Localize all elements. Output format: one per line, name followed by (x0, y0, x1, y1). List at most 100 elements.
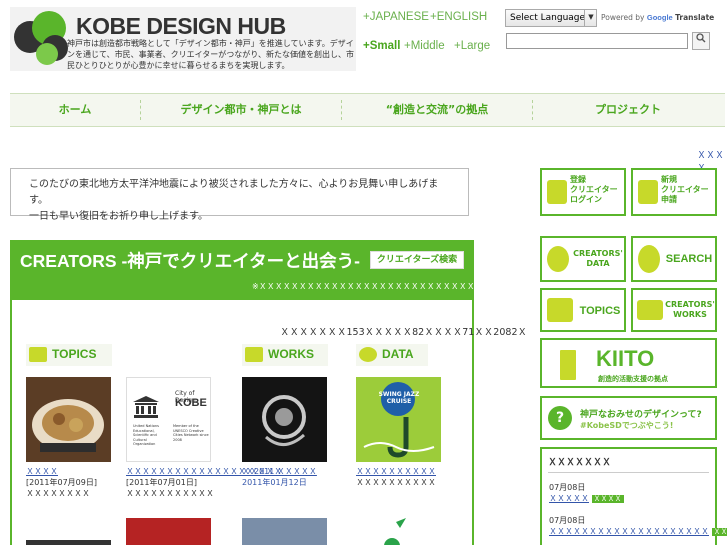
news-title-link[interactable]: ＸＸＸＸＸ (549, 494, 589, 503)
nav-item-about[interactable]: デザイン都市・神戸とは (141, 94, 341, 126)
topics-heading-label: TOPICS (52, 347, 97, 361)
topic-thumbnail-2[interactable]: City of Design KOBE United Nations Educa… (126, 377, 211, 462)
creator-apply-button[interactable]: 新規 クリエイター 申請 (631, 168, 717, 216)
topics-heading[interactable]: TOPICS (26, 344, 112, 366)
search-icon (696, 33, 706, 43)
kobesd-banner[interactable]: ? 神戸なおみせのデザインって? #KobeSDでつぶやこう! (540, 396, 717, 440)
kiito-banner[interactable]: KIITO 創造的活動支援の拠点 (540, 338, 717, 388)
earthquake-notice: このたびの東北地方太平洋沖地震により被災されました方々に、心よりお見舞い申しあげ… (10, 168, 469, 222)
search-button[interactable] (692, 32, 710, 50)
sidebar-topics-button[interactable]: TOPICS (540, 288, 626, 332)
topic-title-link[interactable]: ＸＸＸＸ (26, 466, 97, 477)
folder-icon (637, 300, 663, 320)
folder-icon (245, 347, 263, 362)
global-nav: ホーム デザイン都市・神戸とは “創造と交流”の拠点 プロジェクト (10, 93, 725, 127)
font-size-large-link[interactable]: +Large (454, 40, 490, 52)
data-heading[interactable]: DATA (356, 344, 428, 366)
nav-item-hub[interactable]: “創造と交流”の拠点 (342, 94, 532, 126)
data-caption-1: ＸＸＸＸＸＸＸＸＸＸ ＸＸＸＸＸＸＸＸＸＸ (356, 466, 436, 488)
creators-data-button[interactable]: CREATORS' DATA (540, 236, 626, 282)
logo-circle-green-small (36, 43, 58, 65)
question-icon: ? (548, 406, 572, 430)
chevron-down-icon: ▼ (584, 9, 597, 27)
creators-title: CREATORS -神戸でクリエイターと出会う- (20, 251, 360, 271)
creator-apply-label: 新規 クリエイター 申請 (661, 175, 709, 204)
creators-search-button[interactable]: クリエイターズ検索 (370, 251, 464, 269)
creators-header: CREATORS -神戸でクリエイターと出会う- クリエイターズ検索 ※ＸＸＸＸ… (12, 242, 547, 300)
notice-line-1: このたびの東北地方太平洋沖地震により被災されました方々に、心よりお見舞い申しあげ… (29, 179, 439, 206)
unesco-member-label: Member of the UNESCO Creative Cities Net… (173, 424, 209, 442)
data-extra: ＸＸＸＸＸＸＸＸＸＸ (356, 478, 436, 487)
works-title-link[interactable]: ＸＸＸＸＸ (242, 466, 307, 477)
works-heading-label: WORKS (268, 347, 314, 361)
google-logo-text: Google (646, 13, 673, 22)
topic-thumbnail-4[interactable] (126, 518, 211, 545)
kobesd-line-2: #KobeSDでつぶやこう! (580, 421, 674, 430)
food-photo-image (26, 377, 111, 462)
topic-caption-1: ＸＸＸＸ [2011年07月09日] ＸＸＸＸＸＸＸＸ (26, 466, 97, 499)
news-date: 07月08日 (549, 516, 586, 525)
latest-news-box: ＸＸＸＸＸＸＸ 07月08日 ＸＸＸＸＸ ＸＸＸＸ 07月08日 ＸＸＸＸＸＸＸ… (540, 447, 727, 545)
translate-powered-by: Powered by Google Translate (601, 13, 714, 22)
latest-news-heading: ＸＸＸＸＸＸＸ (548, 455, 709, 473)
data-title-link[interactable]: ＸＸＸＸＸＸＸＸＸＸ (356, 466, 436, 477)
unesco-logo-icon (133, 396, 159, 418)
nav-item-project[interactable]: プロジェクト (533, 94, 723, 126)
logo-title-rest: DESIGN HUB (140, 13, 286, 39)
topic-thumbnail-3[interactable] (26, 540, 111, 545)
data-thumbnail-2[interactable] (356, 518, 441, 545)
jewelry-photo-image (242, 377, 327, 462)
font-size-middle-link[interactable]: +Middle (404, 40, 445, 52)
logo-description: 神戸市は創造都市戦略として「デザイン都市・神戸」を推進しています。デザインを通じ… (67, 39, 354, 70)
jazz-poster-title: SWING JAZZ CRUISE (378, 391, 420, 405)
powered-by-text: Powered by (601, 13, 645, 22)
creator-login-label: 登録 クリエイター ログイン (570, 175, 618, 204)
sidebar-search-label: SEARCH (665, 253, 713, 265)
site-logo[interactable]: KOBE DESIGN HUB 神戸市は創造都市戦略として「デザイン都市・神戸」… (10, 7, 356, 71)
news-item: 07月08日 ＸＸＸＸＸ ＸＸＸＸ (549, 482, 624, 505)
unesco-kobe-label: KOBE (175, 397, 207, 409)
topic-extra: ＸＸＸＸＸＸＸＸ (26, 489, 90, 498)
logo-title: KOBE DESIGN HUB (76, 13, 286, 40)
works-heading[interactable]: WORKS (242, 344, 328, 366)
topic-thumbnail-1[interactable] (26, 377, 111, 462)
kiito-subtitle: 創造的活動支援の拠点 (598, 375, 668, 383)
news-date: 07月08日 (549, 483, 586, 492)
works-caption-1: ＸＸＸＸＸ 2011年01月12日 (242, 466, 307, 488)
people-icon (359, 347, 377, 362)
lang-japanese-link[interactable]: +JAPANESE (363, 11, 429, 23)
news-item: 07月08日 ＸＸＸＸＸＸＸＸＸＸＸＸＸＸＸＸＸＸＸＸ ＸＸＸＸＸ (549, 515, 727, 538)
kobesd-line-1: 神戸なおみせのデザインって? (580, 410, 702, 420)
notice-line-2: 一日も早い復旧をお祈り申し上げます。 (29, 211, 208, 222)
creators-works-label: CREATORS' WORKS (665, 300, 715, 319)
document-icon (29, 347, 47, 362)
creators-works-button[interactable]: CREATORS' WORKS (631, 288, 717, 332)
green-drop-image (384, 518, 406, 545)
works-thumbnail-2[interactable] (242, 518, 327, 545)
data-heading-label: DATA (382, 347, 414, 361)
nav-item-home[interactable]: ホーム (10, 94, 140, 126)
sidebar-topics-label: TOPICS (579, 305, 621, 317)
translate-word: Translate (675, 13, 715, 22)
sidebar-search-button[interactable]: SEARCH (631, 236, 717, 282)
font-size-small-link[interactable]: +Small (363, 40, 400, 52)
news-tag-badge: ＸＸＸＸＸ (711, 528, 727, 536)
works-date: 2011年01月12日 (242, 478, 307, 487)
creators-counts: ＸＸＸＸＸＸＸ153ＸＸＸＸＸ82ＸＸＸＸ71ＸＸ2082Ｘ (280, 327, 527, 338)
jazz-cruise-poster-image (356, 377, 441, 462)
creators-panel: CREATORS -神戸でクリエイターと出会う- クリエイターズ検索 ※ＸＸＸＸ… (10, 240, 547, 545)
data-thumbnail-1[interactable]: SWING JAZZ CRUISE (356, 377, 441, 462)
news-tag-badge: ＸＸＸＸ (591, 495, 624, 503)
search-input[interactable] (506, 33, 688, 49)
news-title-link[interactable]: ＸＸＸＸＸＸＸＸＸＸＸＸＸＸＸＸＸＸＸＸ (549, 527, 709, 536)
creators-subtitle: ※ＸＸＸＸＸＸＸＸＸＸＸＸＸＸＸＸＸＸＸＸＸＸＸＸＸＸＸＸＸＸＸＸＸＸＸＸ (252, 282, 547, 291)
creator-login-button[interactable]: 登録 クリエイター ログイン (540, 168, 626, 216)
lang-english-link[interactable]: +ENGLISH (430, 11, 487, 23)
people-icon (547, 246, 569, 272)
topic-date: [2011年07月09日] (26, 478, 97, 487)
document-icon (547, 298, 573, 322)
works-thumbnail-1[interactable] (242, 377, 327, 462)
logo-title-kobe: KOBE (76, 13, 141, 39)
kiito-label: KIITO (596, 346, 655, 371)
lock-icon (547, 180, 567, 204)
